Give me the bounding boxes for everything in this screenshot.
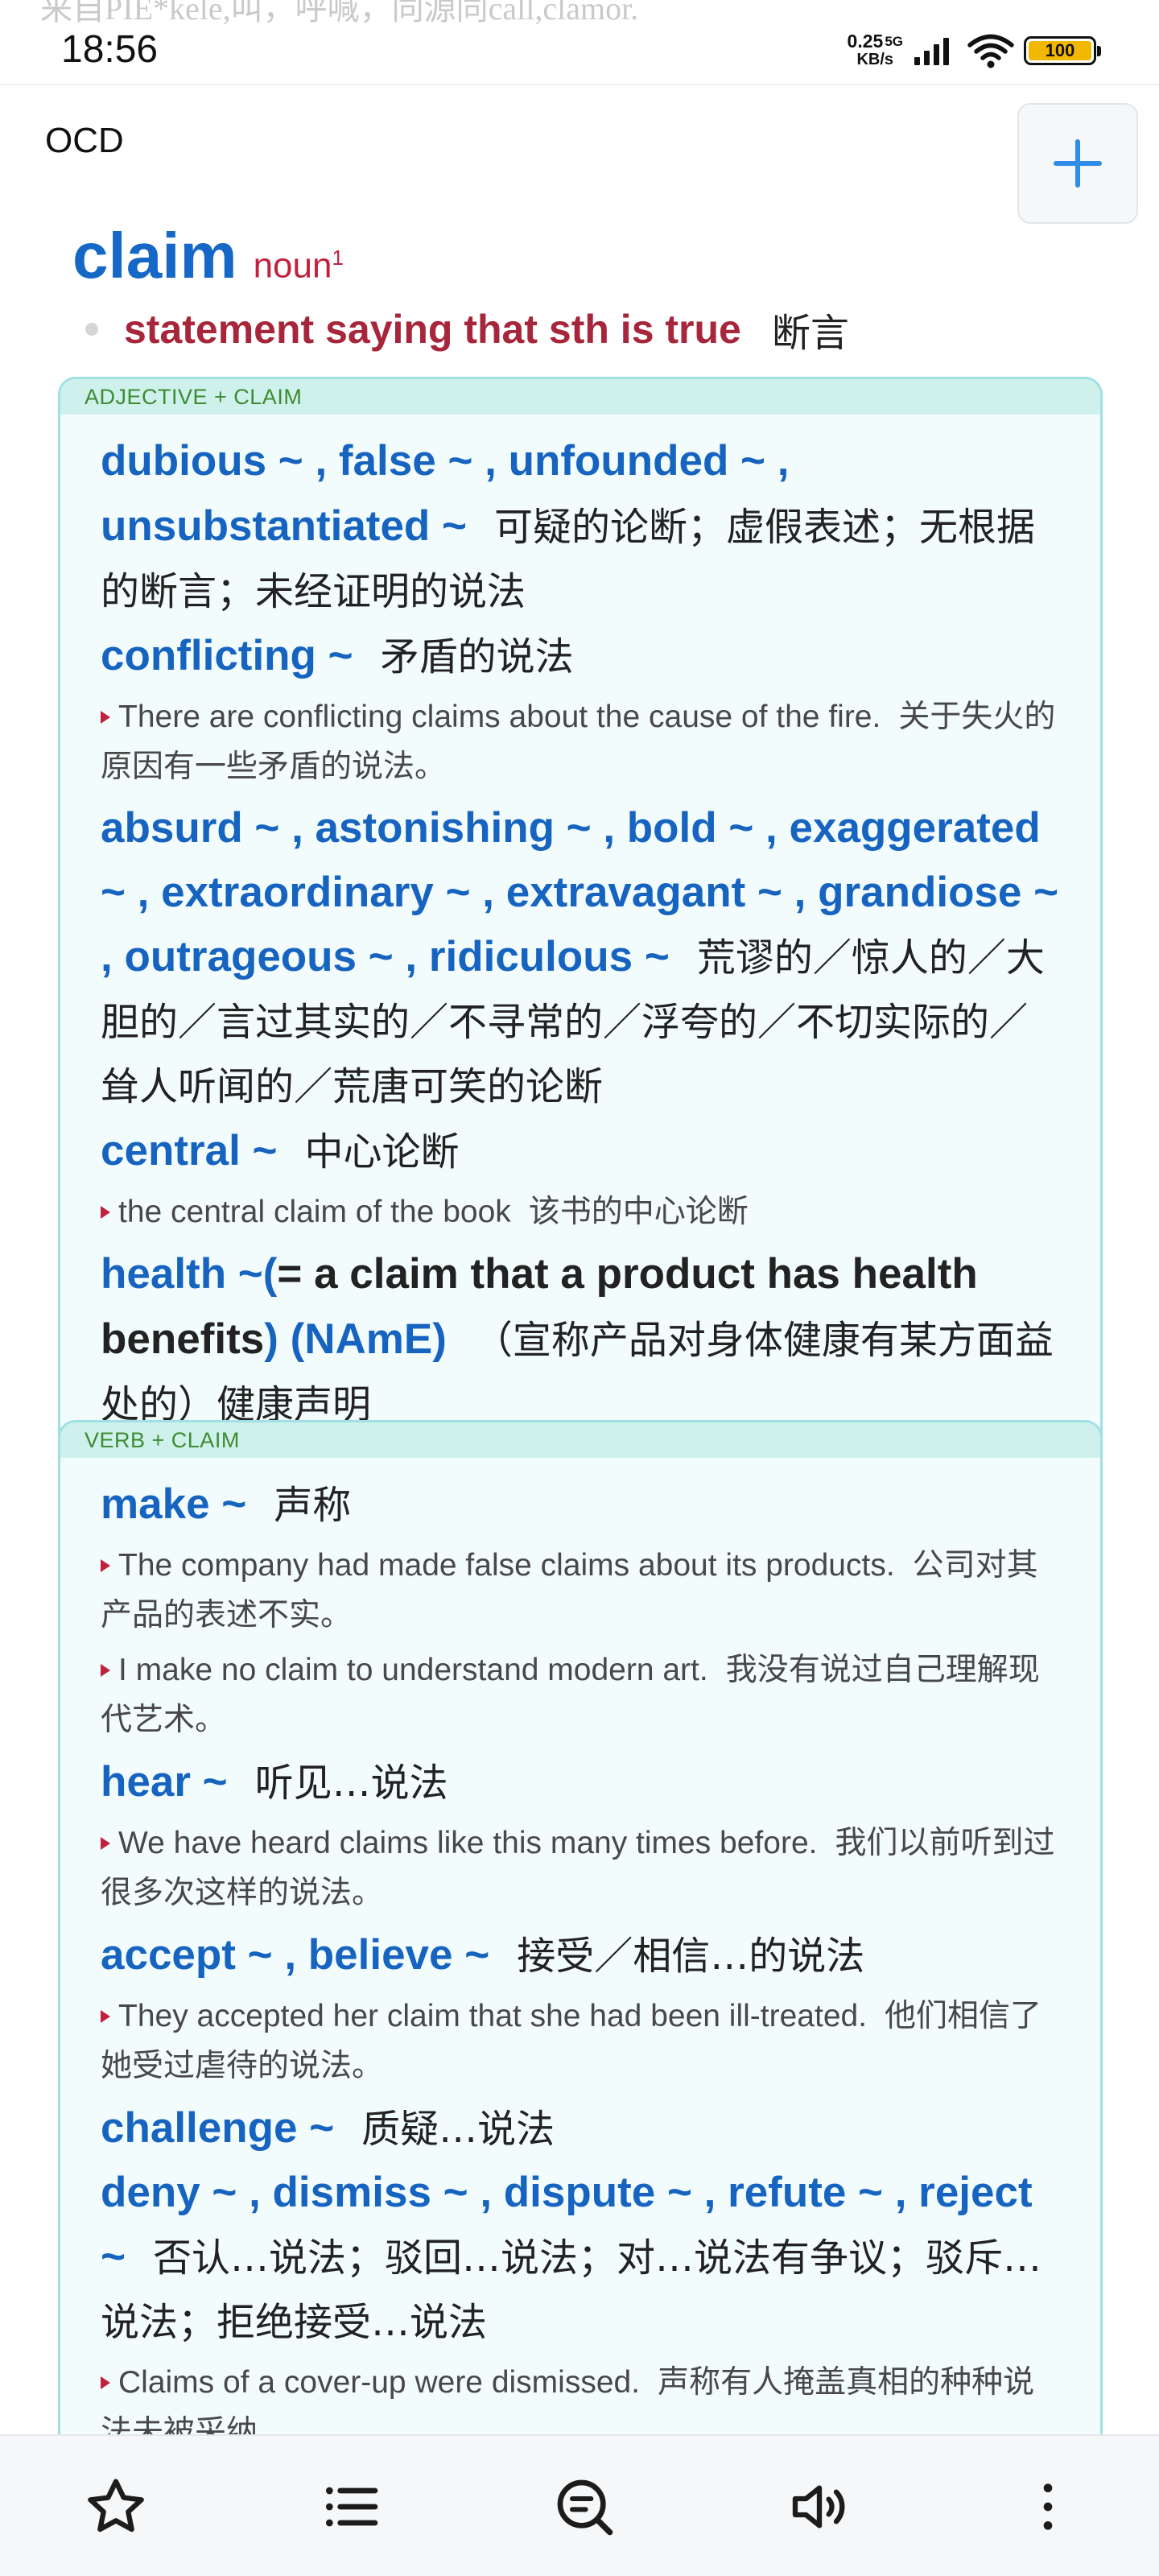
example-english: We have heard claims like this many time…	[118, 1826, 818, 1860]
example-sentence: We have heard claims like this many time…	[101, 1818, 1063, 1918]
add-button[interactable]	[1017, 103, 1138, 224]
example-marker-icon	[101, 1664, 110, 1677]
box-body: dubious ~ , false ~ , unfounded ~ , unsu…	[60, 415, 1100, 1453]
example-english: the central claim of the book	[118, 1195, 511, 1229]
network-speed-value: 0.25	[847, 31, 884, 52]
more-vertical-icon	[1043, 2483, 1053, 2530]
search-chat-icon	[557, 2479, 613, 2536]
collocation-translation: 接受／相信…的说法	[517, 1934, 865, 1979]
collocation[interactable]: central ~	[101, 1127, 277, 1174]
sense-definition: statement saying that sth is true	[124, 307, 741, 352]
sense-translation: 断言	[771, 311, 849, 356]
sense-row: statement saying that sth is true 断言	[85, 301, 849, 357]
more-button[interactable]	[1009, 2468, 1087, 2545]
plus-icon	[1054, 139, 1102, 188]
favorite-button[interactable]	[77, 2468, 155, 2545]
example-english: They accepted her claim that she had bee…	[118, 1999, 868, 2033]
example-english: I make no claim to understand modern art…	[118, 1653, 708, 1687]
example-sentence: There are conflicting claims about the c…	[101, 692, 1063, 792]
collocation-entry: challenge ~ 质疑…说法	[101, 2096, 1063, 2161]
example-sentence: I make no claim to understand modern art…	[101, 1645, 1063, 1745]
example-english: There are conflicting claims about the c…	[118, 700, 881, 734]
part-of-speech: noun1	[254, 246, 344, 287]
collocation-entry: absurd ~ , astonishing ~ , bold ~ , exag…	[101, 797, 1063, 1119]
list-icon	[326, 2487, 378, 2527]
collocation[interactable]: hear ~	[101, 1758, 228, 1806]
example-english: Claims of a cover-up were dismissed.	[118, 2365, 641, 2400]
collocation[interactable]: make ~	[101, 1480, 246, 1528]
example-english: The company had made false claims about …	[118, 1548, 895, 1583]
example-marker-icon	[101, 2376, 110, 2389]
bottom-toolbar	[0, 2434, 1159, 2576]
box-title: ADJECTIVE + CLAIM	[60, 379, 1100, 415]
status-time: 18:56	[61, 28, 159, 71]
example-marker-icon	[101, 2010, 110, 2023]
collocation-translation: 质疑…说法	[361, 2107, 555, 2152]
star-icon	[88, 2479, 144, 2533]
battery-level: 100	[1029, 40, 1091, 60]
collocation-entry: hear ~ 听见…说法	[101, 1750, 1063, 1815]
collocation-translation: 中心论断	[304, 1129, 460, 1174]
speaker-icon	[792, 2485, 845, 2529]
example-marker-icon	[101, 711, 110, 724]
network-type: 5G	[885, 34, 903, 49]
collocation-entry: health ~(= a claim that a product has he…	[101, 1242, 1063, 1437]
collocation-region[interactable]: ) (NAmE)	[264, 1315, 447, 1363]
collocation-translation: 否认…说法；驳回…说法；对…说法有争议；驳斥…说法；拒绝接受…说法	[101, 2235, 1041, 2345]
collocation-entry: central ~ 中心论断	[101, 1119, 1063, 1184]
box-title: VERB + CLAIM	[60, 1422, 1100, 1458]
list-button[interactable]	[312, 2468, 390, 2545]
search-chat-button[interactable]	[546, 2468, 623, 2545]
collocation-translation: 听见…说法	[254, 1761, 448, 1806]
dictionary-name: OCD	[45, 121, 124, 160]
example-chinese: 该书的中心论断	[528, 1194, 749, 1230]
pronunciation-button[interactable]	[781, 2468, 858, 2545]
collocation-entry: dubious ~ , false ~ , unfounded ~ , unsu…	[101, 429, 1063, 624]
collocation-entry: accept ~ , believe ~ 接受／相信…的说法	[101, 1923, 1063, 1988]
example-marker-icon	[101, 1837, 110, 1850]
verb-claim-box: VERB + CLAIM make ~ 声称 The company had ma…	[58, 1420, 1103, 2467]
homograph-number: 1	[332, 246, 344, 270]
signal-icon	[914, 38, 949, 65]
box-body: make ~ 声称 The company had made false clai…	[60, 1458, 1100, 2464]
wifi-icon	[967, 34, 1014, 68]
headword-row: claim noun1	[72, 219, 344, 293]
collocation-entry: make ~ 声称	[101, 1472, 1063, 1538]
collocation-translation: 声称	[274, 1483, 352, 1528]
example-marker-icon	[101, 1206, 110, 1219]
collocation[interactable]: accept ~ , believe ~	[101, 1931, 489, 1979]
example-sentence: the central claim of the book 该书的中心论断	[101, 1187, 1063, 1237]
adjective-claim-box: ADJECTIVE + CLAIM dubious ~ , false ~ , …	[58, 377, 1103, 1455]
example-marker-icon	[101, 1559, 110, 1572]
collocation-translation: 矛盾的说法	[380, 634, 574, 679]
collocation[interactable]: health ~(	[101, 1250, 277, 1298]
headword: claim	[72, 220, 237, 291]
part-of-speech-label: noun	[253, 246, 332, 286]
collocation[interactable]: conflicting ~	[101, 632, 353, 679]
collocation[interactable]: challenge ~	[101, 2104, 334, 2152]
example-sentence: They accepted her claim that she had bee…	[101, 1992, 1063, 2091]
status-icons: 0.25 5G KB/s 100	[847, 31, 1101, 71]
collocation-entry: deny ~ , dismiss ~ , dispute ~ , refute …	[101, 2161, 1063, 2355]
sense-bullet	[85, 323, 98, 336]
example-sentence: The company had made false claims about …	[101, 1541, 1063, 1641]
network-speed: 0.25 5G KB/s	[847, 31, 903, 68]
collocation-entry: conflicting ~ 矛盾的说法	[101, 624, 1063, 689]
battery-icon: 100	[1024, 36, 1101, 65]
network-speed-unit: KB/s	[856, 51, 894, 68]
status-bar: 18:56 0.25 5G KB/s 100	[0, 0, 1159, 85]
